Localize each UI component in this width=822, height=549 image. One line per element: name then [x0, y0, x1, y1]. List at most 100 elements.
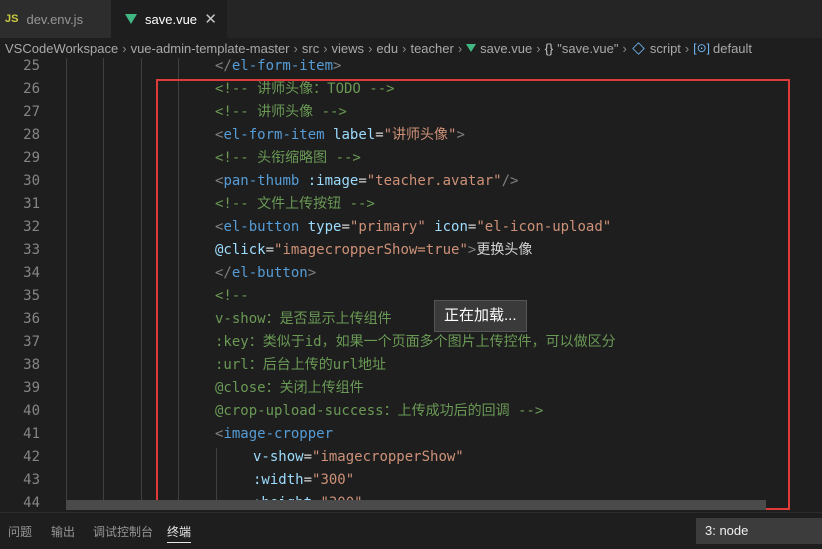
- code-content: <el-form-item label="讲师头像">: [215, 124, 465, 147]
- code-line[interactable]: 34 </el-button>: [0, 262, 822, 285]
- code-line[interactable]: 36 v-show：是否显示上传组件: [0, 308, 822, 331]
- breadcrumb-item[interactable]: vue-admin-template-master: [131, 41, 290, 56]
- code-punctuation: />: [501, 173, 519, 189]
- code-text: 更换头像: [476, 242, 533, 258]
- chevron-right-icon: ›: [684, 40, 690, 56]
- breadcrumb-item[interactable]: teacher: [410, 41, 453, 56]
- line-number: 30: [23, 173, 40, 189]
- code-text: =: [341, 219, 350, 235]
- code-tag-name: pan-thumb: [223, 173, 300, 189]
- code-line[interactable]: 38 :url：后台上传的url地址: [0, 354, 822, 377]
- code-attribute: type: [307, 219, 342, 235]
- code-content: <!-- 头衔缩略图 -->: [215, 147, 361, 170]
- code-line[interactable]: 31 <!-- 文件上传按钮 -->: [0, 193, 822, 216]
- code-line[interactable]: 37 :key：类似于id，如果一个页面多个图片上传控件，可以做区分: [0, 331, 822, 354]
- code-line[interactable]: 30 <pan-thumb :image="teacher.avatar"/>: [0, 170, 822, 193]
- code-string: "teacher.avatar": [366, 173, 502, 189]
- chevron-right-icon: ›: [622, 40, 627, 56]
- breadcrumb-item[interactable]: src: [302, 41, 319, 56]
- tab-label: dev.env.js: [26, 11, 84, 27]
- code-comment: :url：后台上传的url地址: [215, 357, 387, 373]
- breadcrumb-item[interactable]: script: [650, 41, 681, 56]
- code-string: "300": [312, 472, 355, 488]
- code-line[interactable]: 32 <el-button type="primary" icon="el-ico…: [0, 216, 822, 239]
- breadcrumb-item[interactable]: VSCodeWorkspace: [5, 41, 118, 56]
- code-line[interactable]: 25 </el-form-item>: [0, 58, 822, 78]
- chevron-right-icon: ›: [122, 40, 127, 56]
- code-content: v-show="imagecropperShow": [253, 446, 464, 469]
- code-comment: @close：关闭上传组件: [215, 380, 364, 396]
- code-string: "primary": [349, 219, 426, 235]
- panel-tab-output[interactable]: 输出: [51, 523, 75, 540]
- breadcrumb-item[interactable]: save.vue: [480, 41, 532, 56]
- code-attribute: label: [333, 127, 376, 143]
- code-attribute: :width: [253, 472, 304, 488]
- breadcrumb-item[interactable]: "save.vue": [557, 41, 618, 56]
- code-content: </el-form-item>: [215, 58, 341, 78]
- panel-tab-problems[interactable]: 问题: [8, 523, 32, 540]
- code-line[interactable]: 42 v-show="imagecropperShow": [0, 446, 822, 469]
- terminal-select-dropdown[interactable]: 3: node: [696, 518, 822, 544]
- line-number: 37: [23, 334, 40, 350]
- line-number: 25: [23, 58, 40, 74]
- code-line[interactable]: 43 :width="300": [0, 469, 822, 492]
- code-content: :key：类似于id，如果一个页面多个图片上传控件，可以做区分: [215, 331, 616, 354]
- breadcrumb: VSCodeWorkspace › vue-admin-template-mas…: [0, 38, 822, 58]
- code-content: <!-- 讲师头像 -->: [215, 101, 347, 124]
- code-content: <el-button type="primary" icon="el-icon-…: [215, 216, 611, 239]
- horizontal-scrollbar[interactable]: [66, 500, 766, 510]
- panel-tab-debug-console[interactable]: 调试控制台: [93, 523, 153, 540]
- code-editor[interactable]: 25 </el-form-item> 26 <!-- 讲师头像：TODO --> 27 <…: [0, 58, 822, 510]
- code-attribute: icon: [434, 219, 468, 235]
- tab-save-vue[interactable]: save.vue ✕: [111, 0, 227, 38]
- code-punctuation: </: [215, 58, 232, 74]
- line-number: 31: [23, 196, 40, 212]
- code-content: @crop-upload-success：上传成功后的回调 -->: [215, 400, 543, 423]
- code-text: =: [303, 472, 313, 488]
- code-line[interactable]: 28 <el-form-item label="讲师头像">: [0, 124, 822, 147]
- code-attribute: @click: [215, 242, 266, 258]
- code-content: <!-- 文件上传按钮 -->: [215, 193, 375, 216]
- chevron-right-icon: ›: [457, 40, 463, 56]
- line-number: 44: [23, 495, 40, 510]
- code-line[interactable]: 40 @crop-upload-success：上传成功后的回调 -->: [0, 400, 822, 423]
- code-string: "imagecropperShow": [312, 449, 464, 465]
- code-content: v-show：是否显示上传组件: [215, 308, 392, 331]
- close-icon[interactable]: ✕: [204, 10, 217, 28]
- chevron-right-icon: ›: [323, 40, 328, 56]
- code-tag-name: image-cropper: [223, 426, 334, 442]
- code-line[interactable]: 29 <!-- 头衔缩略图 -->: [0, 147, 822, 170]
- code-line[interactable]: 26 <!-- 讲师头像：TODO -->: [0, 78, 822, 101]
- line-number: 39: [23, 380, 40, 396]
- code-line[interactable]: 39 @close：关闭上传组件: [0, 377, 822, 400]
- line-number: 43: [23, 472, 40, 488]
- tab-label: save.vue: [145, 11, 198, 27]
- code-comment: v-show：是否显示上传组件: [215, 311, 392, 327]
- code-line[interactable]: 41 <image-cropper: [0, 423, 822, 446]
- breadcrumb-item[interactable]: views: [332, 41, 365, 56]
- code-line[interactable]: 35 <!--: [0, 285, 822, 308]
- code-punctuation: >: [333, 58, 342, 74]
- code-tag-name: el-form-item: [231, 58, 334, 74]
- editor-tab-bar: JS dev.env.js save.vue ✕: [0, 0, 822, 38]
- line-number: 41: [23, 426, 40, 442]
- code-line[interactable]: 27 <!-- 讲师头像 -->: [0, 101, 822, 124]
- tab-dev-env-js[interactable]: JS dev.env.js: [0, 0, 112, 38]
- panel-tab-terminal[interactable]: 终端: [167, 523, 192, 543]
- line-number: 27: [23, 104, 40, 120]
- vue-file-icon: [466, 44, 477, 52]
- braces-icon: {}: [544, 40, 554, 56]
- code-text: =: [303, 449, 313, 465]
- code-content: @click="imagecropperShow=true">更换头像: [215, 239, 532, 262]
- breadcrumb-item[interactable]: default: [713, 41, 752, 56]
- code-line[interactable]: 33 @click="imagecropperShow=true">更换头像: [0, 239, 822, 262]
- code-punctuation: >: [456, 127, 465, 143]
- breadcrumb-item[interactable]: edu: [376, 41, 398, 56]
- code-content: :url：后台上传的url地址: [215, 354, 386, 377]
- field-icon: [⊙]: [693, 41, 710, 55]
- line-number: 38: [23, 357, 40, 373]
- code-comment: <!-- 讲师头像 -->: [215, 104, 347, 120]
- chevron-right-icon: ›: [293, 40, 298, 56]
